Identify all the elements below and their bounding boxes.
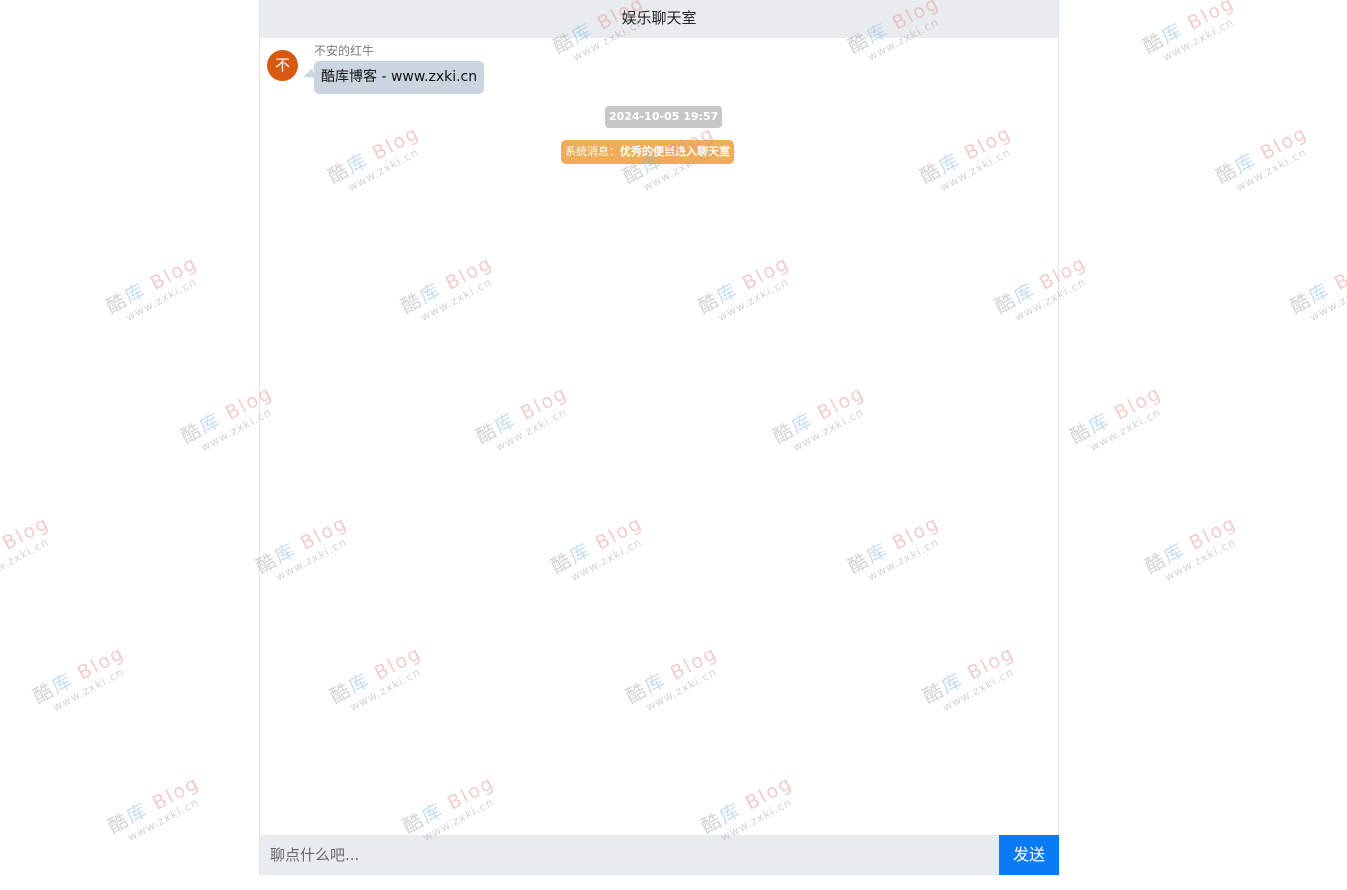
sender-name: 不安的红牛: [314, 44, 375, 58]
message-list[interactable]: 不 不安的红牛 酷库博客 - www.zxki.cn 2024-10-05 19…: [260, 38, 1058, 835]
input-bar: 发送: [260, 835, 1060, 875]
watermark-logo: 酷库 Blog: [29, 641, 129, 709]
watermark: 酷库 Blogwww.zxki.cn: [1067, 377, 1188, 473]
chat-window: 娱乐聊天室 不 不安的红牛 酷库博客 - www.zxki.cn 2024-10…: [259, 0, 1059, 875]
chat-header: 娱乐聊天室: [260, 0, 1058, 38]
timestamp-badge: 2024-10-05 19:57: [605, 106, 723, 128]
watermark-logo: 酷库 Blog: [1066, 381, 1166, 449]
watermark: 酷库 Blogwww.zxki.cn: [105, 767, 226, 863]
watermark-logo: 酷库 Blog: [1141, 511, 1241, 579]
watermark: 酷库 Blogwww.zxki.cn: [0, 507, 75, 603]
watermark-logo: 酷库 Blog: [0, 511, 54, 569]
message-bubble: 酷库博客 - www.zxki.cn: [314, 61, 485, 94]
watermark-url: www.zxki.cn: [1233, 145, 1310, 195]
watermark-url: www.zxki.cn: [50, 665, 127, 715]
watermark: 酷库 Blogwww.zxki.cn: [103, 247, 224, 343]
system-message: 系统消息：优秀的便当进入聊天室: [561, 140, 734, 164]
system-message-text: 优秀的便当进入聊天室: [620, 145, 730, 158]
watermark-url: www.zxki.cn: [1162, 535, 1239, 585]
watermark: 酷库 Blogwww.zxki.cn: [1140, 0, 1261, 83]
chat-page: 娱乐聊天室 不 不安的红牛 酷库博客 - www.zxki.cn 2024-10…: [0, 0, 1347, 890]
watermark-logo: 酷库 Blog: [1286, 251, 1347, 319]
page-title: 娱乐聊天室: [621, 9, 697, 27]
watermark: 酷库 Blogwww.zxki.cn: [1213, 117, 1334, 213]
watermark: 酷库 Blogwww.zxki.cn: [1142, 507, 1263, 603]
watermark-logo: 酷库 Blog: [1139, 0, 1239, 59]
watermark-logo: 酷库 Blog: [1212, 121, 1312, 189]
system-message-prefix: 系统消息：: [565, 145, 620, 158]
watermark-url: www.zxki.cn: [125, 795, 202, 845]
watermark-url: www.zxki.cn: [0, 535, 52, 585]
watermark-url: www.zxki.cn: [1160, 15, 1237, 65]
send-button[interactable]: 发送: [999, 835, 1059, 875]
message-input[interactable]: [260, 835, 999, 875]
watermark-logo: 酷库 Blog: [104, 771, 204, 839]
watermark: 酷库 Blogwww.zxki.cn: [30, 637, 151, 733]
watermark: 酷库 Blogwww.zxki.cn: [1287, 247, 1347, 343]
watermark-logo: 酷库 Blog: [102, 251, 202, 319]
avatar[interactable]: 不: [267, 50, 298, 81]
watermark-url: www.zxki.cn: [1307, 275, 1347, 325]
watermark-url: www.zxki.cn: [123, 275, 200, 325]
watermark-url: www.zxki.cn: [1087, 405, 1164, 455]
